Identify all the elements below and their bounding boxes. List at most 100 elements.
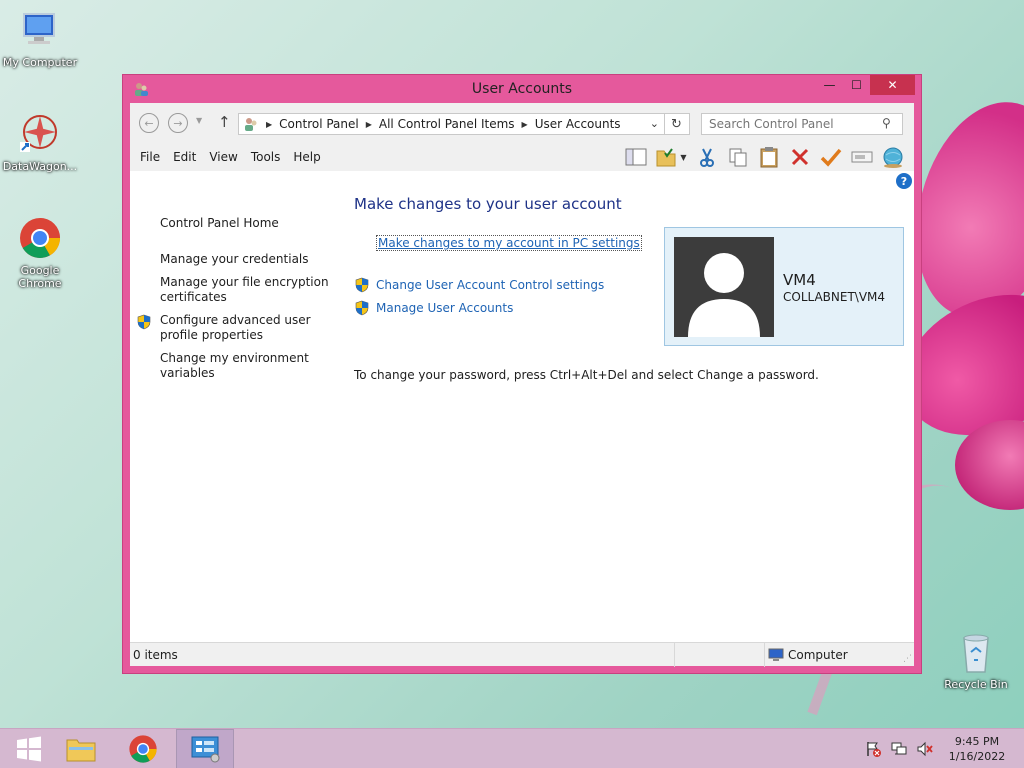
avatar [674,237,774,337]
uac-shield-icon [355,277,369,293]
forward-button[interactable]: → [168,113,188,133]
desktop-icon-label: DataWagon... [2,160,78,173]
recycle-bin-icon [963,634,989,673]
breadcrumb-separator-icon[interactable]: ▶ [266,120,272,129]
network-globe-button[interactable] [877,145,908,169]
delete-button[interactable] [784,145,815,169]
folder-check-icon [656,148,676,167]
item-count: 0 items [133,648,178,662]
search-icon[interactable]: ⚲ [882,116,891,130]
refresh-icon: ↻ [671,116,682,132]
breadcrumb-control-panel[interactable]: Control Panel [279,117,359,131]
back-button[interactable]: ← [139,113,159,133]
help-icon[interactable]: ? [896,173,912,189]
search-input[interactable] [701,113,903,135]
breadcrumb-separator-icon[interactable]: ▶ [366,120,372,129]
desktop-icon-my-computer[interactable]: My Computer [0,8,80,69]
clipboard-icon [760,147,777,168]
system-tray: 9:45 PM 1/16/2022 [862,729,1024,768]
password-instructions: To change your password, press Ctrl+Alt+… [354,368,819,382]
paste-button[interactable] [753,145,784,169]
volume-muted-icon[interactable] [914,741,936,757]
menu-view[interactable]: View [209,150,237,164]
chevron-down-icon: ▼ [680,152,687,162]
network-icon[interactable] [888,741,910,757]
taskbar-chrome[interactable] [114,729,172,768]
menu-edit[interactable]: Edit [173,150,196,164]
globe-icon [883,147,902,168]
pc-settings-link[interactable]: Make changes to my account in PC setting… [376,235,642,251]
breadcrumb-all-items[interactable]: All Control Panel Items [379,117,515,131]
page-title: Make changes to your user account [354,195,622,213]
manage-credentials-link[interactable]: Manage your credentials [160,252,330,267]
rename-button[interactable] [846,145,877,169]
desktop-icon-datawagon[interactable]: DataWagon... [0,112,80,173]
user-silhouette-icon [688,253,760,337]
refresh-button[interactable]: ↻ [664,113,688,135]
minimize-button[interactable]: — [816,75,843,95]
desktop-icon-recycle-bin[interactable]: Recycle Bin [936,630,1016,691]
maximize-button[interactable]: ☐ [843,75,870,95]
folder-options-button[interactable]: ▼ [651,145,691,169]
clock-time: 9:45 PM [954,735,1000,748]
window-title: User Accounts [471,81,573,97]
desktop-icon-label: Google Chrome [18,264,62,290]
scissors-icon [699,148,714,167]
computer-icon [768,648,784,661]
breadcrumb-user-accounts[interactable]: User Accounts [535,117,621,131]
copy-icon [729,148,746,167]
chrome-icon [20,218,60,258]
copy-button[interactable] [722,145,753,169]
properties-button[interactable] [815,145,846,169]
control-panel-home-link[interactable]: Control Panel Home [160,216,330,231]
window-content: ← → ▼ ↑ ▶ Control Panel ▶ All Control Pa… [130,103,914,667]
title-bar[interactable]: User Accounts — ☐ ✕ [123,75,921,103]
action-center-flag-icon[interactable] [862,741,884,757]
checkmark-icon [820,148,841,167]
clock[interactable]: 9:45 PM 1/16/2022 [940,734,1014,764]
breadcrumb-separator-icon[interactable]: ▶ [522,120,528,129]
address-chevron-down-icon[interactable]: ⌄ [650,117,659,130]
uac-settings-link[interactable]: Change User Account Control settings [376,278,604,292]
up-arrow-icon[interactable]: ↑ [218,113,231,131]
address-toolbar: ← → ▼ ↑ ▶ Control Panel ▶ All Control Pa… [130,103,914,143]
cut-button[interactable] [691,145,722,169]
advanced-user-profile-link[interactable]: Configure advanced user profile properti… [160,313,330,343]
address-bar[interactable]: ▶ Control Panel ▶ All Control Panel Item… [238,113,690,135]
datawagon-icon [20,115,57,152]
recent-locations-chevron-down-icon[interactable]: ▼ [196,116,202,125]
start-button[interactable] [0,729,58,768]
menu-tools[interactable]: Tools [251,150,281,164]
chrome-icon [129,735,157,763]
user-name: VM4 [783,271,816,289]
environment-variables-link[interactable]: Change my environment variables [160,351,330,381]
windows-logo-icon [17,736,41,762]
command-toolbar: ▼ [620,145,908,169]
close-button[interactable]: ✕ [870,75,915,95]
arrow-left-icon: ← [144,116,154,130]
uac-shield-icon [137,314,151,330]
layout-button[interactable] [620,145,651,169]
menu-file[interactable]: File [140,150,160,164]
desktop-icon-label: My Computer [2,56,78,69]
rename-field-icon [851,151,872,163]
status-divider [764,643,765,667]
delete-x-icon [791,148,808,166]
status-divider [674,643,675,667]
desktop-icon-google-chrome[interactable]: Google Chrome [0,216,80,290]
taskbar-control-panel[interactable] [176,729,234,768]
file-encryption-certificates-link[interactable]: Manage your file encryption certificates [160,275,330,305]
arrow-right-icon: → [173,116,183,130]
manage-user-accounts-link[interactable]: Manage User Accounts [376,301,513,315]
status-zone-label: Computer [788,648,848,662]
computer-icon [23,13,55,44]
control-panel-icon [245,118,257,131]
taskbar-file-explorer[interactable] [52,729,110,768]
menu-help[interactable]: Help [293,150,320,164]
resize-grip-icon[interactable]: ⋰ [903,654,912,664]
clock-date: 1/16/2022 [948,750,1006,763]
user-domain: COLLABNET\VM4 [783,290,886,304]
layout-pane-icon [625,148,646,166]
user-account-tile: VM4 COLLABNET\VM4 [664,227,904,346]
taskbar: 9:45 PM 1/16/2022 [0,728,1024,768]
